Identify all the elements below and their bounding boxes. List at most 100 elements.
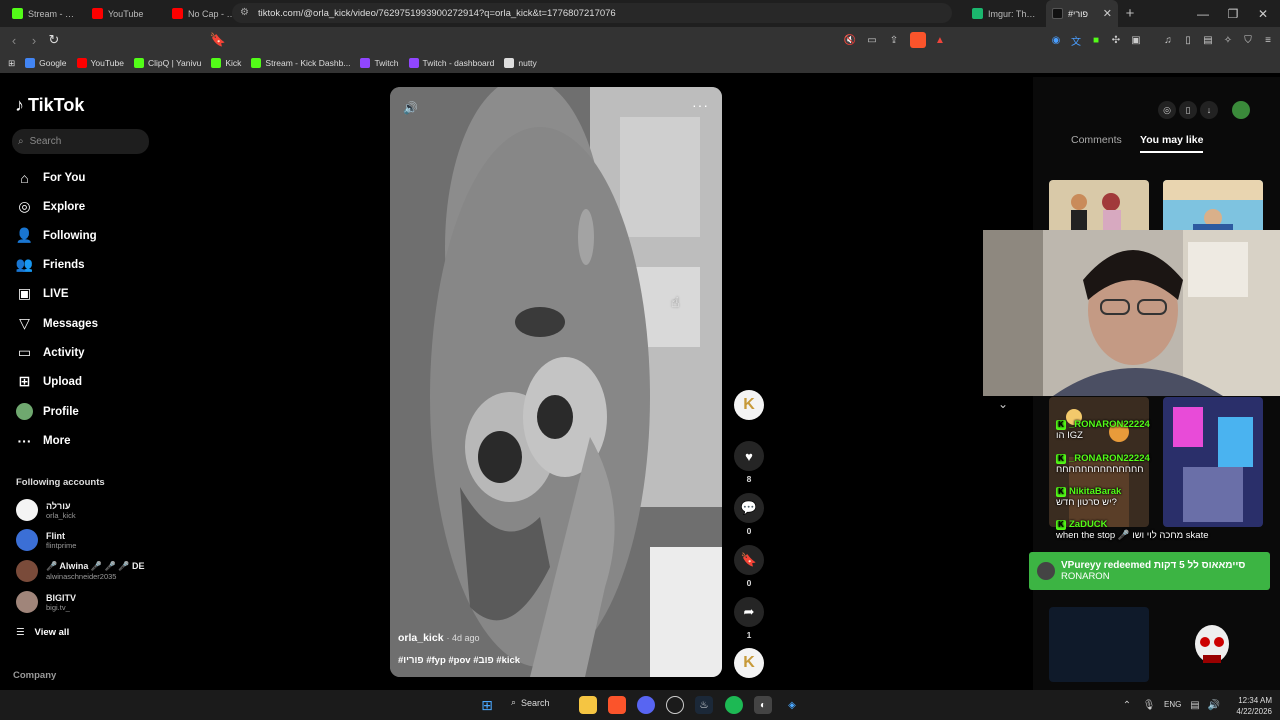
speaker-icon[interactable]: 🔊 [1205,696,1223,714]
nav-label: Activity [43,346,85,359]
tab-comments[interactable]: Comments [1071,134,1122,146]
site-settings-icon[interactable]: ⚙ [240,7,249,18]
steam-icon[interactable]: ♨ [695,696,713,714]
minimize-icon[interactable]: — [1188,0,1218,27]
translate-icon[interactable]: 文 [1068,32,1084,48]
reload-icon[interactable]: ↻ [44,30,64,50]
suggested-thumbnail[interactable] [1163,180,1263,235]
file-explorer-icon[interactable] [579,696,597,714]
volume-icon[interactable]: 🔊 [403,101,418,115]
apps-icon[interactable]: ⊞ [8,58,15,69]
more-options-icon[interactable]: ··· [692,97,709,113]
mic-icon[interactable]: 🎙 [1140,696,1158,714]
wallet-icon[interactable]: ▤ [1200,32,1216,48]
browser-tab[interactable]: Stream - Kick [6,0,86,27]
sound-avatar[interactable]: K [734,648,764,678]
extension-icon[interactable]: ◉ [1048,32,1064,48]
brave-rewards-icon[interactable]: ▲ [932,32,948,48]
cast-icon[interactable]: ▭ [864,32,880,48]
nav-item-friends[interactable]: 👥 Friends [16,256,85,273]
share-icon[interactable]: ⇪ [886,32,902,48]
screenshot-icon[interactable]: ▣ [1128,32,1144,48]
bookmark-item[interactable]: Google [25,58,67,68]
back-icon[interactable]: ‹ [4,30,24,50]
bookmark-item[interactable]: Stream - Kick Dashb... [251,58,350,68]
suggested-thumbnail[interactable] [1049,180,1149,235]
kick-extension-icon[interactable]: ■ [1088,32,1104,48]
nav-item-profile[interactable]: Profile [16,403,79,420]
nav-item-messages[interactable]: ▽ Messages [16,315,98,332]
mute-site-icon[interactable]: 🔇 [842,32,858,48]
new-tab-icon[interactable]: + [1118,5,1142,22]
bookmark-item[interactable]: nutty [504,58,537,68]
language-indicator[interactable]: ENG [1164,700,1181,709]
nav-item-following[interactable]: 👤 Following [16,227,97,244]
taskbar-search[interactable]: ⌕ Search [511,697,550,708]
nav-item-explore[interactable]: ◎ Explore [16,198,85,215]
nav-item-activity[interactable]: ▭ Activity [16,344,85,361]
video-author[interactable]: orla_kick · 4d ago [398,632,480,644]
bookmark-item[interactable]: ClipQ | Yanivu [133,58,201,68]
suggested-thumbnail[interactable] [1049,607,1149,682]
browser-tab-active[interactable]: #פורי ✕ [1046,0,1118,27]
app-icon[interactable]: ◐ [754,696,772,714]
brave-shield-icon[interactable] [910,32,926,48]
comment-button[interactable]: 💬 0 [734,493,764,536]
restore-icon[interactable]: ❐ [1218,0,1248,27]
bookmark-item[interactable]: Twitch - dashboard [408,58,494,68]
discord-icon[interactable] [637,696,655,714]
clock[interactable]: 12:34 AM 4/22/2026 [1228,695,1272,717]
following-account[interactable]: BIGITV bigi.tv_ [16,591,76,613]
puzzle-icon[interactable]: ✣ [1108,32,1124,48]
sidebar-toggle-icon[interactable]: ▯ [1180,32,1196,48]
media-icon[interactable]: ♫ [1160,32,1176,48]
app-icon-2[interactable]: ◈ [783,696,801,714]
phone-icon[interactable]: ▯ [1179,101,1197,119]
browser-tab[interactable]: Imgur: The m [966,0,1046,27]
like-button[interactable]: ♥ 8 [734,441,764,484]
bookmark-item[interactable]: Kick [211,58,241,68]
following-account[interactable]: עורלה orla_kick [16,499,76,521]
menu-icon[interactable]: ≡ [1260,32,1276,48]
windows-start-icon[interactable]: ⊞ [478,696,496,714]
tiktok-logo[interactable]: ♪ TikTok [15,95,84,116]
download-icon[interactable]: ↓ [1200,101,1218,119]
obs-icon[interactable] [666,696,684,714]
following-account[interactable]: Flint flintprime [16,529,76,551]
close-tab-icon[interactable]: ✕ [1103,7,1112,20]
following-account[interactable]: 🎤 Alwina 🎤 🎤 🎤 DE alwinaschneider2035 [16,560,145,582]
bookmark-item[interactable]: Twitch [360,58,399,68]
forward-icon[interactable]: › [24,30,44,50]
nav-item-for-you[interactable]: ⌂ For You [16,169,85,186]
leo-icon[interactable]: ✧ [1220,32,1236,48]
company-link[interactable]: Company [13,670,56,681]
suggested-thumbnail[interactable] [1163,397,1263,527]
bookmarks-bar: ⊞ Google YouTube ClipQ | Yanivu Kick Stream … [0,53,1280,73]
spotify-icon[interactable] [725,696,743,714]
share-button[interactable]: ➦ 1 [734,597,764,640]
compass-small-icon[interactable]: ◎ [1158,101,1176,119]
search-input[interactable]: ⌕ Search [12,129,149,154]
heart-icon: ♥ [734,441,764,471]
bookmark-icon[interactable]: 🔖 [208,30,228,50]
brave-icon[interactable] [608,696,626,714]
save-button[interactable]: 🔖 0 [734,545,764,588]
vpn-icon[interactable]: ⛉ [1240,32,1256,48]
nav-item-upload[interactable]: ⊞ Upload [16,373,82,390]
tray-chevron-icon[interactable]: ⌃ [1118,696,1136,714]
view-all-link[interactable]: ☰ View all [16,627,69,638]
video-hashtags[interactable]: #פוריו #fyp #pov #פוב #kick [398,655,520,666]
tab-you-may-like[interactable]: You may like [1140,134,1204,153]
chevron-down-icon[interactable]: ⌄ [998,397,1014,413]
close-window-icon[interactable]: ✕ [1248,0,1278,27]
nav-item-live[interactable]: ▣ LIVE [16,285,69,302]
bookmark-item[interactable]: YouTube [76,58,124,68]
video-player[interactable]: 🔊 ··· orla_kick · 4d ago #פוריו #fyp #po… [390,87,722,677]
nav-item-more[interactable]: ··· More [16,432,71,449]
browser-tab[interactable]: YouTube [86,0,166,27]
url-field[interactable]: ⚙ tiktok.com/@orla_kick/video/7629751993… [232,3,952,23]
author-avatar[interactable]: K [734,390,764,420]
user-avatar[interactable] [1232,101,1250,119]
network-icon[interactable]: ▤ [1186,696,1204,714]
author-name[interactable]: orla_kick [398,632,444,644]
